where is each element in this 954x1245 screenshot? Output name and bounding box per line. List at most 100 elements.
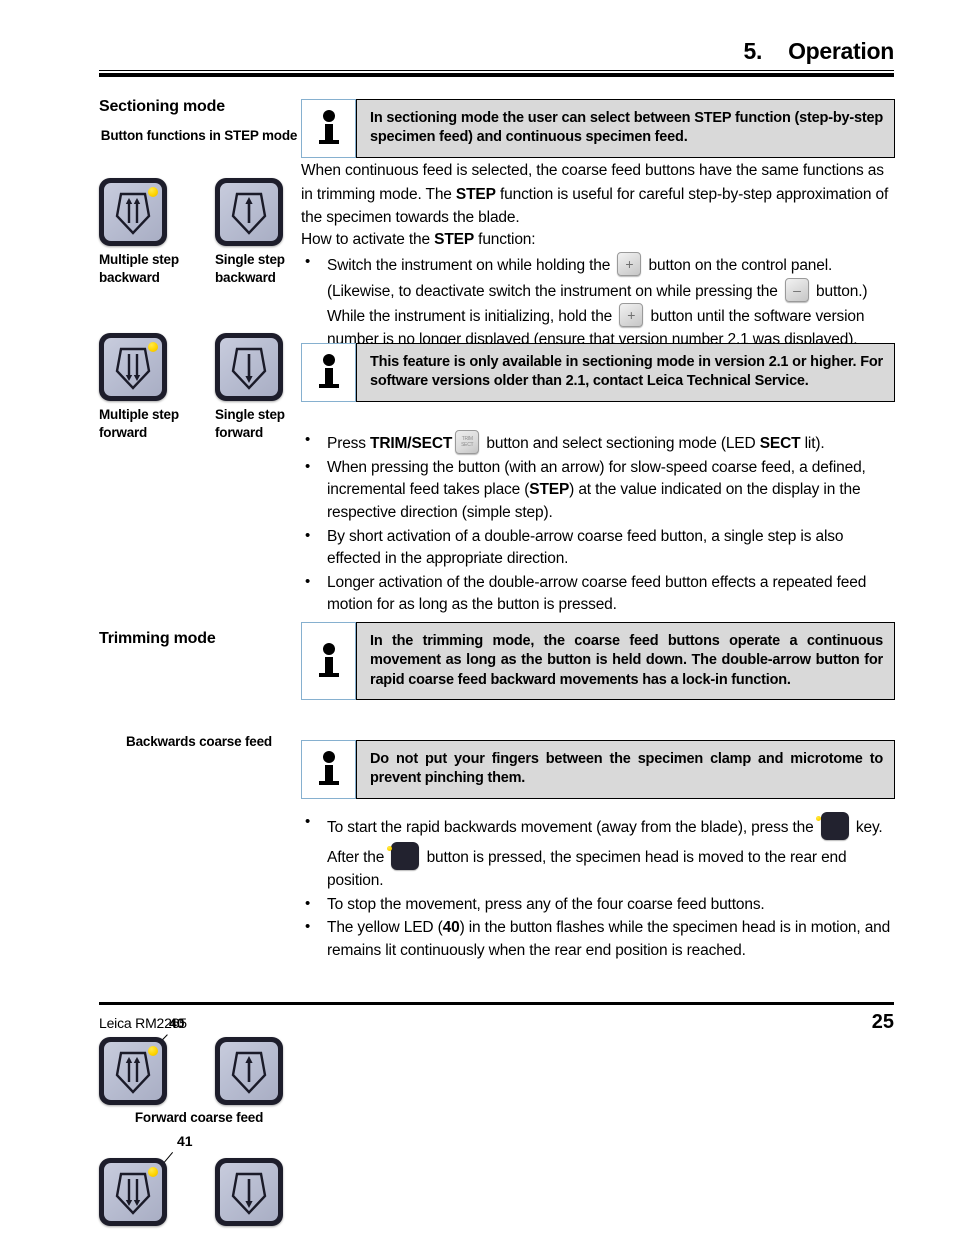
label-multiple-step-forward: Multiple step forward [99, 407, 179, 440]
text-part: key. [851, 819, 883, 836]
term-sect: SECT [759, 435, 801, 452]
note-software-version: This feature is only available in sectio… [301, 343, 895, 402]
term-step: STEP [434, 231, 475, 248]
sect-label: SECT [461, 442, 474, 448]
button-cell-multiple-step-forward: Multiple step forward [99, 333, 194, 442]
paragraph-continuous-feed: When continuous feed is selected, the co… [301, 159, 895, 230]
step-mode-button-grid: Multiple step backward Single step backw… [99, 178, 299, 440]
note-text: In the trimming mode, the coarse feed bu… [356, 622, 895, 700]
key-forward-slow-coarse-feed[interactable] [215, 1158, 283, 1226]
coarse-feed-button-grid: 40 Forward coarse feed 41 [99, 1015, 299, 1245]
info-icon-box [301, 99, 356, 158]
sectioning-mode-heading-block: Sectioning mode [99, 98, 299, 116]
info-icon [318, 354, 339, 389]
step-buttons-caption-block: Button functions in STEP mode [99, 127, 299, 145]
led-indicator [148, 1167, 158, 1177]
page-title: Operation [788, 38, 894, 64]
rapid-backwards-key-icon[interactable] [386, 842, 420, 870]
bullet-list-trimming-steps: To start the rapid backwards movement (a… [301, 811, 895, 964]
paragraph-part: function: [474, 231, 536, 248]
rapid-backwards-key-icon[interactable] [816, 812, 849, 840]
info-icon [318, 751, 339, 786]
key-single-step-backward[interactable] [215, 178, 283, 246]
note-trimming-mode: In the trimming mode, the coarse feed bu… [301, 622, 895, 700]
led-indicator [148, 1046, 158, 1056]
trim-sect-key-icon[interactable]: TRIM SECT [455, 430, 480, 454]
header-rule-thick [99, 73, 894, 77]
text-part: Switch the instrument on while holding t… [327, 257, 615, 274]
text-part: Press [327, 435, 371, 452]
step-buttons-caption: Button functions in STEP mode [100, 128, 298, 143]
list-item: The yellow LED (40) in the button flashe… [301, 916, 895, 962]
label-single-step-forward: Single step forward [215, 407, 285, 440]
key-backwards-slow-coarse-feed[interactable] [215, 1037, 283, 1105]
key-multiple-step-backward[interactable] [99, 178, 167, 246]
list-item: When pressing the button (with an arrow)… [301, 456, 895, 525]
backwards-coarse-feed-caption: Backwards coarse feed [126, 734, 272, 749]
list-item: To stop the movement, press any of the f… [301, 893, 895, 917]
plus-key-icon[interactable]: + [619, 303, 644, 328]
sectioning-mode-heading: Sectioning mode [99, 98, 225, 115]
minus-glyph: – [793, 281, 801, 298]
term-step: STEP [529, 481, 570, 499]
term-trim-sect: TRIM/SECT [370, 435, 453, 452]
label-multiple-step-backward: Multiple step backward [99, 252, 179, 285]
key-backwards-rapid-coarse-feed[interactable] [99, 1037, 167, 1105]
plus-glyph: + [625, 256, 634, 272]
button-cell-forward-rapid [99, 1158, 167, 1226]
note-text: This feature is only available in sectio… [356, 343, 895, 402]
led-indicator [148, 187, 158, 197]
button-cell-single-step-forward: Single step forward [215, 333, 310, 442]
button-cell-multiple-step-backward: Multiple step backward [99, 178, 194, 287]
manual-page: 5. Operation Sectioning mode Button func… [0, 0, 954, 1226]
note-text: In sectioning mode the user can select b… [356, 99, 895, 158]
text-part: lit). [800, 435, 825, 452]
info-icon [318, 642, 339, 677]
page-footer: Leica RM2265 25 [99, 1002, 894, 1034]
info-icon [318, 110, 339, 145]
list-item: Press TRIM/SECTTRIMSECT button and selec… [301, 429, 895, 456]
info-icon-box [301, 740, 356, 799]
trimming-mode-heading: Trimming mode [99, 630, 216, 647]
led-indicator [148, 342, 158, 352]
info-icon-box [301, 622, 356, 700]
footer-model: Leica RM2265 [99, 1015, 187, 1031]
footer-page-number: 25 [871, 1011, 894, 1033]
page-header: 5. Operation [99, 38, 894, 77]
list-item: To start the rapid backwards movement (a… [301, 811, 895, 893]
trim-sect-glyph: TRIM SECT [456, 436, 478, 449]
button-cell-single-step-backward: Single step backward [215, 178, 310, 287]
bullet-list-sectioning-steps: Press TRIM/SECTTRIMSECT button and selec… [301, 429, 895, 618]
text-part: To start the rapid backwards movement (a… [327, 819, 818, 836]
key-multiple-step-forward[interactable] [99, 333, 167, 401]
backwards-coarse-feed-caption-block: Backwards coarse feed [99, 733, 299, 751]
paragraph-activate-step: How to activate the STEP function: [301, 228, 895, 252]
note-sectioning-mode: In sectioning mode the user can select b… [301, 99, 895, 158]
bullet-list-activate-step: Switch the instrument on while holding t… [301, 251, 895, 353]
plus-glyph: + [627, 307, 636, 324]
forward-coarse-feed-caption: Forward coarse feed [134, 1110, 264, 1125]
note-text: Do not put your fingers between the spec… [356, 740, 895, 799]
text-part: button and select sectioning mode (LED [482, 435, 760, 452]
callout-ref-40: 40 [442, 919, 460, 937]
label-single-step-backward: Single step backward [215, 252, 285, 285]
footer-rule [99, 1002, 894, 1005]
list-item: By short activation of a double-arrow co… [301, 524, 895, 571]
header-rule-thin [99, 70, 894, 71]
term-step: STEP [455, 185, 496, 203]
list-item-continuation: After the button is pressed, the specime… [327, 840, 895, 893]
plus-key-icon[interactable]: + [617, 252, 642, 276]
minus-key-icon[interactable]: – [784, 277, 809, 302]
info-icon-box [301, 343, 356, 402]
button-cell-forward-slow [215, 1158, 283, 1226]
callout-number-41: 41 [177, 1133, 193, 1149]
trimming-mode-heading-block: Trimming mode [99, 630, 299, 648]
paragraph-part: How to activate the [301, 231, 435, 248]
text-part: After the [327, 849, 389, 866]
button-cell-backwards-rapid [99, 1037, 167, 1105]
list-item: Longer activation of the double-arrow co… [301, 571, 895, 617]
text-part: The yellow LED ( [327, 919, 443, 937]
key-forward-rapid-coarse-feed[interactable] [99, 1158, 167, 1226]
list-item: Switch the instrument on while holding t… [301, 251, 895, 352]
key-single-step-forward[interactable] [215, 333, 283, 401]
